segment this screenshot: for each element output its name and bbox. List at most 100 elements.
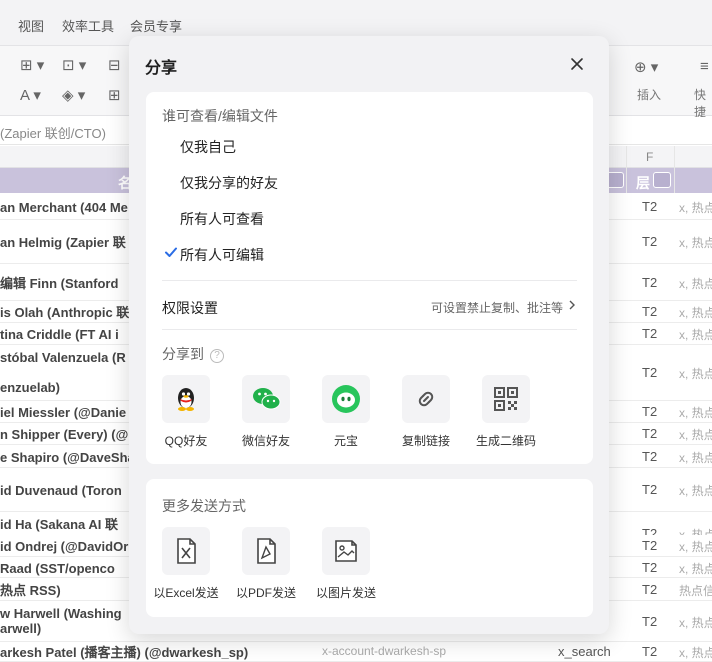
table-icon[interactable]: ⊟ [108, 56, 121, 74]
row-level: T2 [642, 582, 658, 597]
fill-color-icon[interactable]: ◈ ▾ [62, 86, 85, 104]
visibility-option-label: 所有人可查看 [180, 211, 264, 227]
row-name: 热点 RSS) [0, 583, 61, 598]
filter-icon[interactable] [653, 172, 671, 188]
font-color-icon[interactable]: A ▾ [20, 86, 41, 104]
column-f[interactable]: F [646, 150, 653, 164]
visibility-option[interactable]: 仅我分享的好友 [162, 166, 577, 198]
permission-hint: 可设置禁止复制、批注等 [430, 301, 563, 315]
share-item-label: 元宝 [333, 434, 358, 448]
row-tags: x, 热点 [679, 484, 712, 498]
more-send-label: 更多发送方式 [162, 498, 246, 514]
visibility-option[interactable]: 仅我自己 [162, 130, 577, 162]
row-name: id Ha (Sakana AI 联 [0, 517, 118, 532]
row-level: T2 [642, 426, 658, 441]
wechat-button[interactable]: 微信好友 [226, 375, 306, 455]
row-tags: 热点信 [679, 584, 712, 598]
row-level: T2 [642, 304, 658, 319]
share-item-label: 以PDF发送 [235, 586, 296, 600]
qrcode-icon [482, 375, 530, 423]
share-item-label: QQ好友 [164, 434, 208, 448]
row-tags: x, 热点 [679, 201, 712, 215]
row-level: T2 [642, 482, 658, 497]
share-item-label: 以图片发送 [315, 586, 376, 600]
permission-settings[interactable]: 权限设置 可设置禁止复制、批注等 [162, 290, 577, 322]
row-name: an Merchant (404 Me [0, 200, 128, 215]
border-icon[interactable]: ⊞ ▾ [20, 56, 44, 74]
pdf-icon [242, 527, 290, 575]
share-item-label: 生成二维码 [475, 434, 536, 448]
qrcode-button[interactable]: 生成二维码 [466, 375, 546, 455]
row-level: T2 [642, 326, 658, 341]
share-to-label: 分享到? [162, 344, 224, 364]
row-level: T2 [642, 404, 658, 419]
row-tags: x, 热点 [679, 236, 712, 250]
close-icon[interactable] [567, 54, 587, 74]
row-tags: x, 热点 [679, 306, 712, 320]
row-level: T2 [642, 199, 658, 214]
checkmark-icon [165, 247, 177, 257]
quick-icon[interactable]: ≡ [700, 58, 709, 75]
row-tags: x, 热点 [679, 406, 712, 420]
row-tags: x, 热点 [679, 540, 712, 554]
share-settings-card: 谁可查看/编辑文件 仅我自己仅我分享的好友所有人可查看 所有人可编辑 权限设置 可… [146, 92, 593, 464]
row-level: T2 [642, 538, 658, 553]
quick-label[interactable]: 快捷 [694, 86, 712, 120]
row-name-continued: arwell) [0, 621, 42, 636]
row-tags: x, 热点 [679, 562, 712, 576]
row-name: n Shipper (Every) (@ [0, 427, 129, 442]
row-name: 编辑 Finn (Stanford [0, 276, 119, 291]
qq-icon [162, 375, 210, 423]
more-send-card: 更多发送方式 以Excel发送 以PDF发送 以图片发送 [146, 479, 593, 617]
crop-icon[interactable]: ⊡ ▾ [62, 56, 86, 74]
share-item-label: 以Excel发送 [153, 586, 219, 600]
row-account: x-account-dwarkesh-sp [322, 644, 447, 658]
row-tags: x, 热点 [679, 367, 712, 381]
menu-view[interactable]: 视图 [18, 16, 44, 35]
row-level: T2 [642, 275, 658, 290]
help-icon[interactable]: ? [210, 349, 224, 363]
table-row[interactable]: arkesh Patel (播客主播) (@dwarkesh_sp) x-acco… [0, 642, 712, 662]
excel-button[interactable]: 以Excel发送 [146, 527, 226, 607]
dialog-title: 分享 [145, 60, 178, 77]
insert-label[interactable]: 插入 [637, 86, 661, 103]
pdf-button[interactable]: 以PDF发送 [226, 527, 306, 607]
row-tags: x, 热点 [679, 646, 712, 660]
share-item-label: 微信好友 [241, 434, 290, 448]
row-name: e Shapiro (@DaveSha [0, 450, 135, 465]
row-level: T2 [642, 449, 658, 464]
row-level: T2 [642, 365, 658, 380]
row-level: T2 [642, 560, 658, 575]
row-name: tina Criddle (FT AI i [0, 327, 119, 342]
row-tags: x, 热点 [679, 451, 712, 465]
excel-icon [162, 527, 210, 575]
visibility-option[interactable]: 所有人可编辑 [162, 238, 577, 270]
visibility-option[interactable]: 所有人可查看 [162, 202, 577, 234]
row-tags: x, 热点 [679, 428, 712, 442]
link-icon [402, 375, 450, 423]
image-button[interactable]: 以图片发送 [306, 527, 386, 607]
visibility-option-label: 所有人可编辑 [180, 247, 264, 263]
menu-efficiency-tools[interactable]: 效率工具 [62, 16, 114, 35]
visibility-option-label: 仅我自己 [180, 139, 236, 155]
yuanbao-icon [322, 375, 370, 423]
share-item-label: 复制链接 [401, 434, 450, 448]
row-name: id Ondrej (@DavidOr [0, 539, 129, 554]
link-button[interactable]: 复制链接 [386, 375, 466, 455]
row-tags: x, 热点 [679, 616, 712, 630]
image-icon [322, 527, 370, 575]
divider [162, 280, 577, 281]
row-name: Raad (SST/openco [0, 561, 115, 576]
divider [162, 329, 577, 330]
yuanbao-button[interactable]: 元宝 [306, 375, 386, 455]
row-name: id Duvenaud (Toron [0, 483, 122, 498]
grid-icon[interactable]: ⊞ [108, 86, 121, 104]
qq-button[interactable]: QQ好友 [146, 375, 226, 455]
insert-icon[interactable]: ⊕ ▾ [634, 58, 658, 76]
chevron-right-icon [569, 300, 575, 310]
row-name: is Olah (Anthropic 联 [0, 305, 130, 320]
menu-member[interactable]: 会员专享 [130, 16, 182, 35]
row-name: stóbal Valenzuela (R [0, 350, 126, 365]
visibility-label: 谁可查看/编辑文件 [162, 108, 278, 124]
row-tags: x, 热点 [679, 328, 712, 342]
